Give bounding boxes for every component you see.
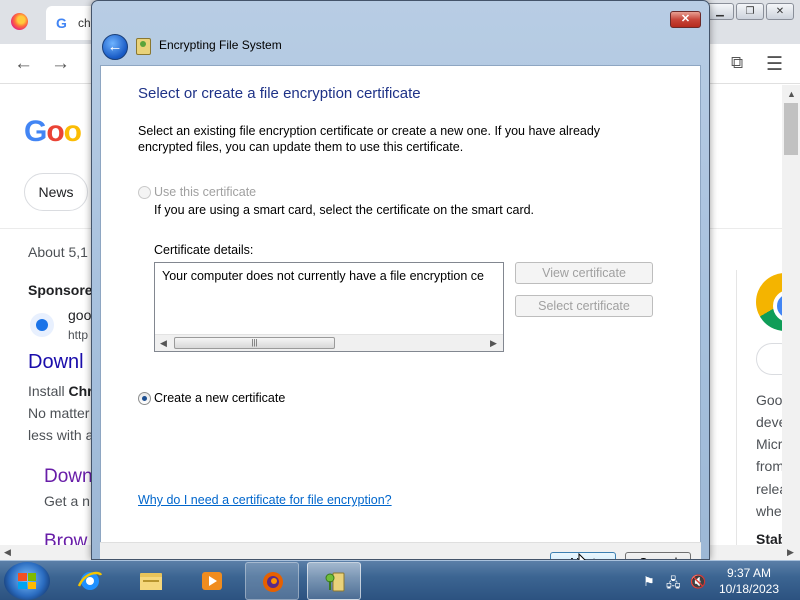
panel-text-5: relea: [756, 481, 782, 497]
dialog-title: Encrypting File System: [159, 38, 282, 52]
sitelink-1-description: Get a n: [44, 493, 90, 509]
taskbar-windows-explorer[interactable]: [124, 562, 178, 600]
results-count: About 5,1: [28, 244, 88, 260]
cancel-button[interactable]: Cancel: [625, 552, 691, 559]
scroll-right-icon[interactable]: ▶: [490, 338, 497, 349]
ad-site-name: goo: [68, 307, 92, 323]
news-filter-chip[interactable]: News: [24, 173, 88, 211]
efs-dialog: ✕ ← Encrypting File System Select or cre…: [91, 0, 710, 560]
ad-headline-link[interactable]: Downl: [28, 351, 84, 374]
dialog-body: Select or create a file encryption certi…: [100, 65, 701, 543]
tab-title: ch: [78, 16, 91, 30]
google-favicon-icon: G: [56, 15, 67, 31]
details-scroll-thumb[interactable]: |||: [174, 337, 335, 349]
panel-heading: Stab: [756, 531, 782, 545]
intro-text: Select an existing file encryption certi…: [138, 124, 601, 154]
sponsored-label: Sponsore: [28, 282, 93, 298]
firefox-menu-icon[interactable]: [11, 13, 28, 30]
sitelink-2-title[interactable]: Brow: [44, 531, 87, 545]
back-arrow-icon[interactable]: ←: [14, 53, 33, 75]
media-player-icon: [202, 572, 222, 590]
create-certificate-label: Create a new certificate: [154, 391, 286, 405]
clock-time: 9:37 AM: [726, 566, 772, 580]
restore-button[interactable]: ❐: [736, 3, 764, 20]
google-logo[interactable]: Goo: [24, 115, 82, 149]
efs-key-taskbar-icon: [325, 572, 345, 592]
panel-text-1: Goo: [756, 392, 782, 408]
taskbar-internet-explorer[interactable]: [63, 562, 117, 600]
browser-tab[interactable]: G ch: [46, 6, 96, 40]
dialog-close-button[interactable]: ✕: [670, 11, 701, 28]
panel-text-4: from: [756, 458, 782, 474]
menu-icon[interactable]: ☰: [766, 53, 783, 76]
help-link[interactable]: Why do I need a certificate for file enc…: [138, 493, 392, 507]
taskbar: ⚑ 🖧 🔇 9:37 AM 10/18/2023: [0, 560, 800, 600]
view-certificate-button[interactable]: View certificate: [515, 262, 653, 284]
page-vertical-scrollbar[interactable]: ▲: [782, 85, 800, 545]
action-center-flag-icon[interactable]: ⚑: [643, 574, 655, 590]
certificate-details-label: Certificate details:: [154, 243, 254, 257]
clock-date: 10/18/2023: [718, 582, 780, 596]
start-button[interactable]: [4, 562, 50, 600]
windows-logo-icon: [18, 573, 36, 589]
dialog-footer: Next Cancel: [100, 542, 701, 559]
use-certificate-label: Use this certificate: [154, 185, 257, 199]
vertical-scroll-thumb[interactable]: [784, 103, 798, 155]
ad-description-3: less with a: [28, 427, 94, 443]
smart-card-hint: If you are using a smart card, select th…: [154, 203, 535, 217]
knowledge-panel-chip[interactable]: [756, 343, 782, 375]
internet-explorer-icon: [77, 571, 103, 590]
taskbar-firefox[interactable]: [245, 562, 299, 600]
page-heading: Select or create a file encryption certi…: [138, 85, 421, 102]
panel-text-2: deve: [756, 414, 782, 430]
minimize-button[interactable]: ▁: [706, 3, 734, 20]
details-horizontal-scrollbar[interactable]: ◀ ||| ▶: [155, 334, 503, 351]
chrome-logo-icon: [756, 273, 782, 331]
ad-url: http: [68, 328, 89, 342]
folder-icon: [140, 573, 162, 590]
knowledge-panel-border: [736, 270, 737, 545]
panel-text-6: wher: [756, 503, 782, 519]
create-certificate-radio[interactable]: [138, 392, 151, 405]
taskbar-media-player[interactable]: [185, 562, 239, 600]
certificate-details-text: Your computer does not currently have a …: [162, 269, 484, 283]
back-button[interactable]: ←: [102, 34, 128, 60]
select-certificate-button[interactable]: Select certificate: [515, 295, 653, 317]
scroll-left-icon[interactable]: ◀: [160, 338, 167, 349]
ad-description-2: No matter: [28, 405, 90, 421]
efs-key-icon: [136, 38, 151, 55]
taskbar-encrypting-file-system[interactable]: [307, 562, 361, 600]
use-certificate-radio[interactable]: [138, 186, 151, 199]
sitelink-1-title[interactable]: Down: [44, 466, 93, 488]
ad-favicon-icon: [30, 313, 54, 337]
volume-muted-icon[interactable]: 🔇: [690, 574, 706, 590]
forward-arrow-icon[interactable]: →: [51, 53, 70, 75]
extensions-icon[interactable]: ⧉: [731, 53, 743, 73]
certificate-details-box[interactable]: Your computer does not currently have a …: [154, 262, 504, 352]
firefox-icon: [263, 572, 283, 592]
browser-close-button[interactable]: ✕: [766, 3, 794, 20]
network-icon[interactable]: 🖧: [666, 574, 681, 596]
ad-description-1: Install Chr: [28, 383, 93, 399]
panel-text-3: Micr: [756, 436, 782, 452]
system-clock[interactable]: 9:37 AM 10/18/2023: [711, 565, 787, 597]
